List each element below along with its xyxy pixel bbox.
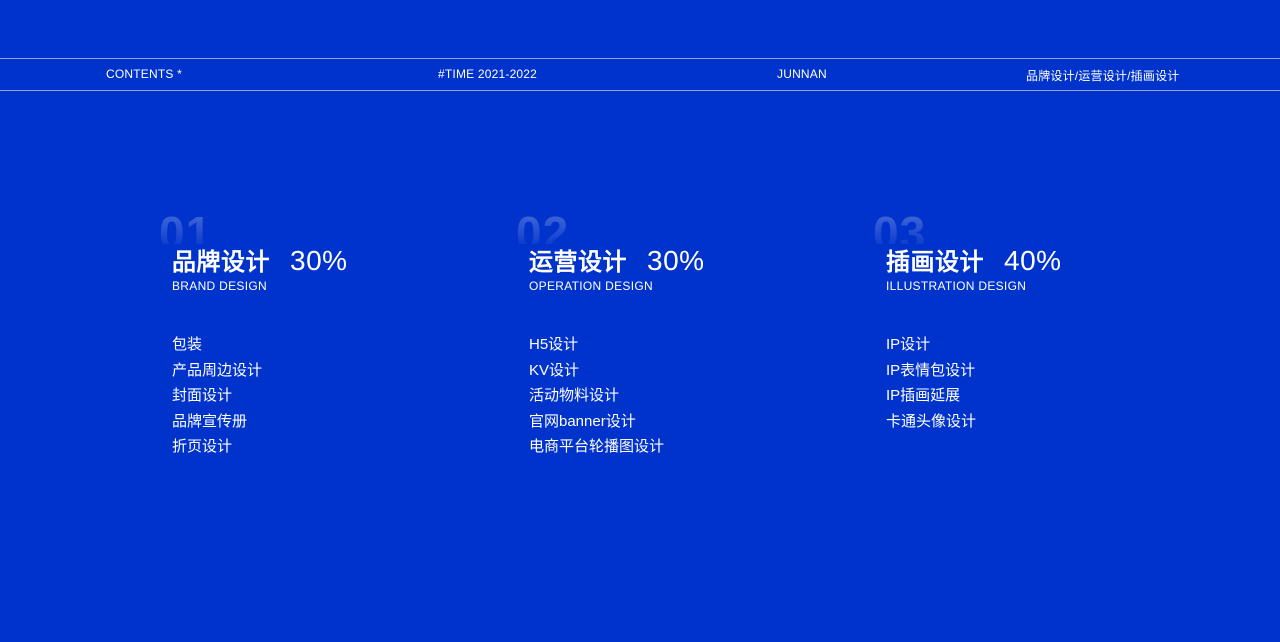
section-percent: 30% (290, 245, 348, 276)
list-item: KV设计 (529, 361, 580, 379)
list-item: 产品周边设计 (172, 361, 263, 379)
list-item: IP表情包设计 (886, 361, 976, 379)
section-number: 01 (159, 210, 213, 244)
section-number: 02 (516, 210, 570, 244)
header-top-divider (0, 58, 1280, 59)
list-item: 封面设计 (172, 387, 233, 405)
section-subtitle: BRAND DESIGN (172, 279, 267, 293)
header-time: #TIME 2021-2022 (438, 67, 538, 81)
header-author: JUNNAN (777, 67, 827, 81)
header-categories: 品牌设计/运营设计/插画设计 (1026, 69, 1180, 83)
section-percent: 40% (1004, 245, 1062, 276)
section-subtitle: OPERATION DESIGN (529, 279, 653, 293)
section-item-list: H5设计 KV设计 活动物料设计 官网banner设计 电商平台轮播图设计 (529, 332, 664, 460)
list-item: 活动物料设计 (529, 387, 620, 405)
list-item: H5设计 (529, 336, 579, 353)
section-item-list: IP设计 IP表情包设计 IP插画延展 卡通头像设计 (886, 332, 976, 434)
header-bottom-divider (0, 90, 1280, 91)
section-title-row: 插画设计 40% (886, 242, 1062, 277)
section-item-list: 包装 产品周边设计 封面设计 品牌宣传册 折页设计 (172, 332, 262, 460)
list-item: IP插画延展 (886, 387, 961, 405)
list-item: 卡通头像设计 (886, 412, 977, 430)
section-subtitle: ILLUSTRATION DESIGN (886, 279, 1027, 293)
list-item: IP设计 (886, 336, 931, 353)
header-contents: CONTENTS * (106, 67, 183, 81)
section-percent: 30% (647, 245, 705, 276)
section-title: 插画设计 (886, 249, 984, 276)
list-item: 电商平台轮播图设计 (529, 438, 665, 456)
list-item: 品牌宣传册 (172, 412, 248, 430)
section-title-row: 运营设计 30% (529, 242, 705, 277)
section-title-row: 品牌设计 30% (172, 242, 348, 277)
section-number: 03 (873, 210, 927, 244)
list-item: 包装 (172, 336, 203, 353)
section-title: 运营设计 (529, 249, 627, 276)
list-item: 折页设计 (172, 438, 233, 456)
list-item: 官网banner设计 (529, 412, 636, 430)
section-title: 品牌设计 (172, 249, 270, 276)
